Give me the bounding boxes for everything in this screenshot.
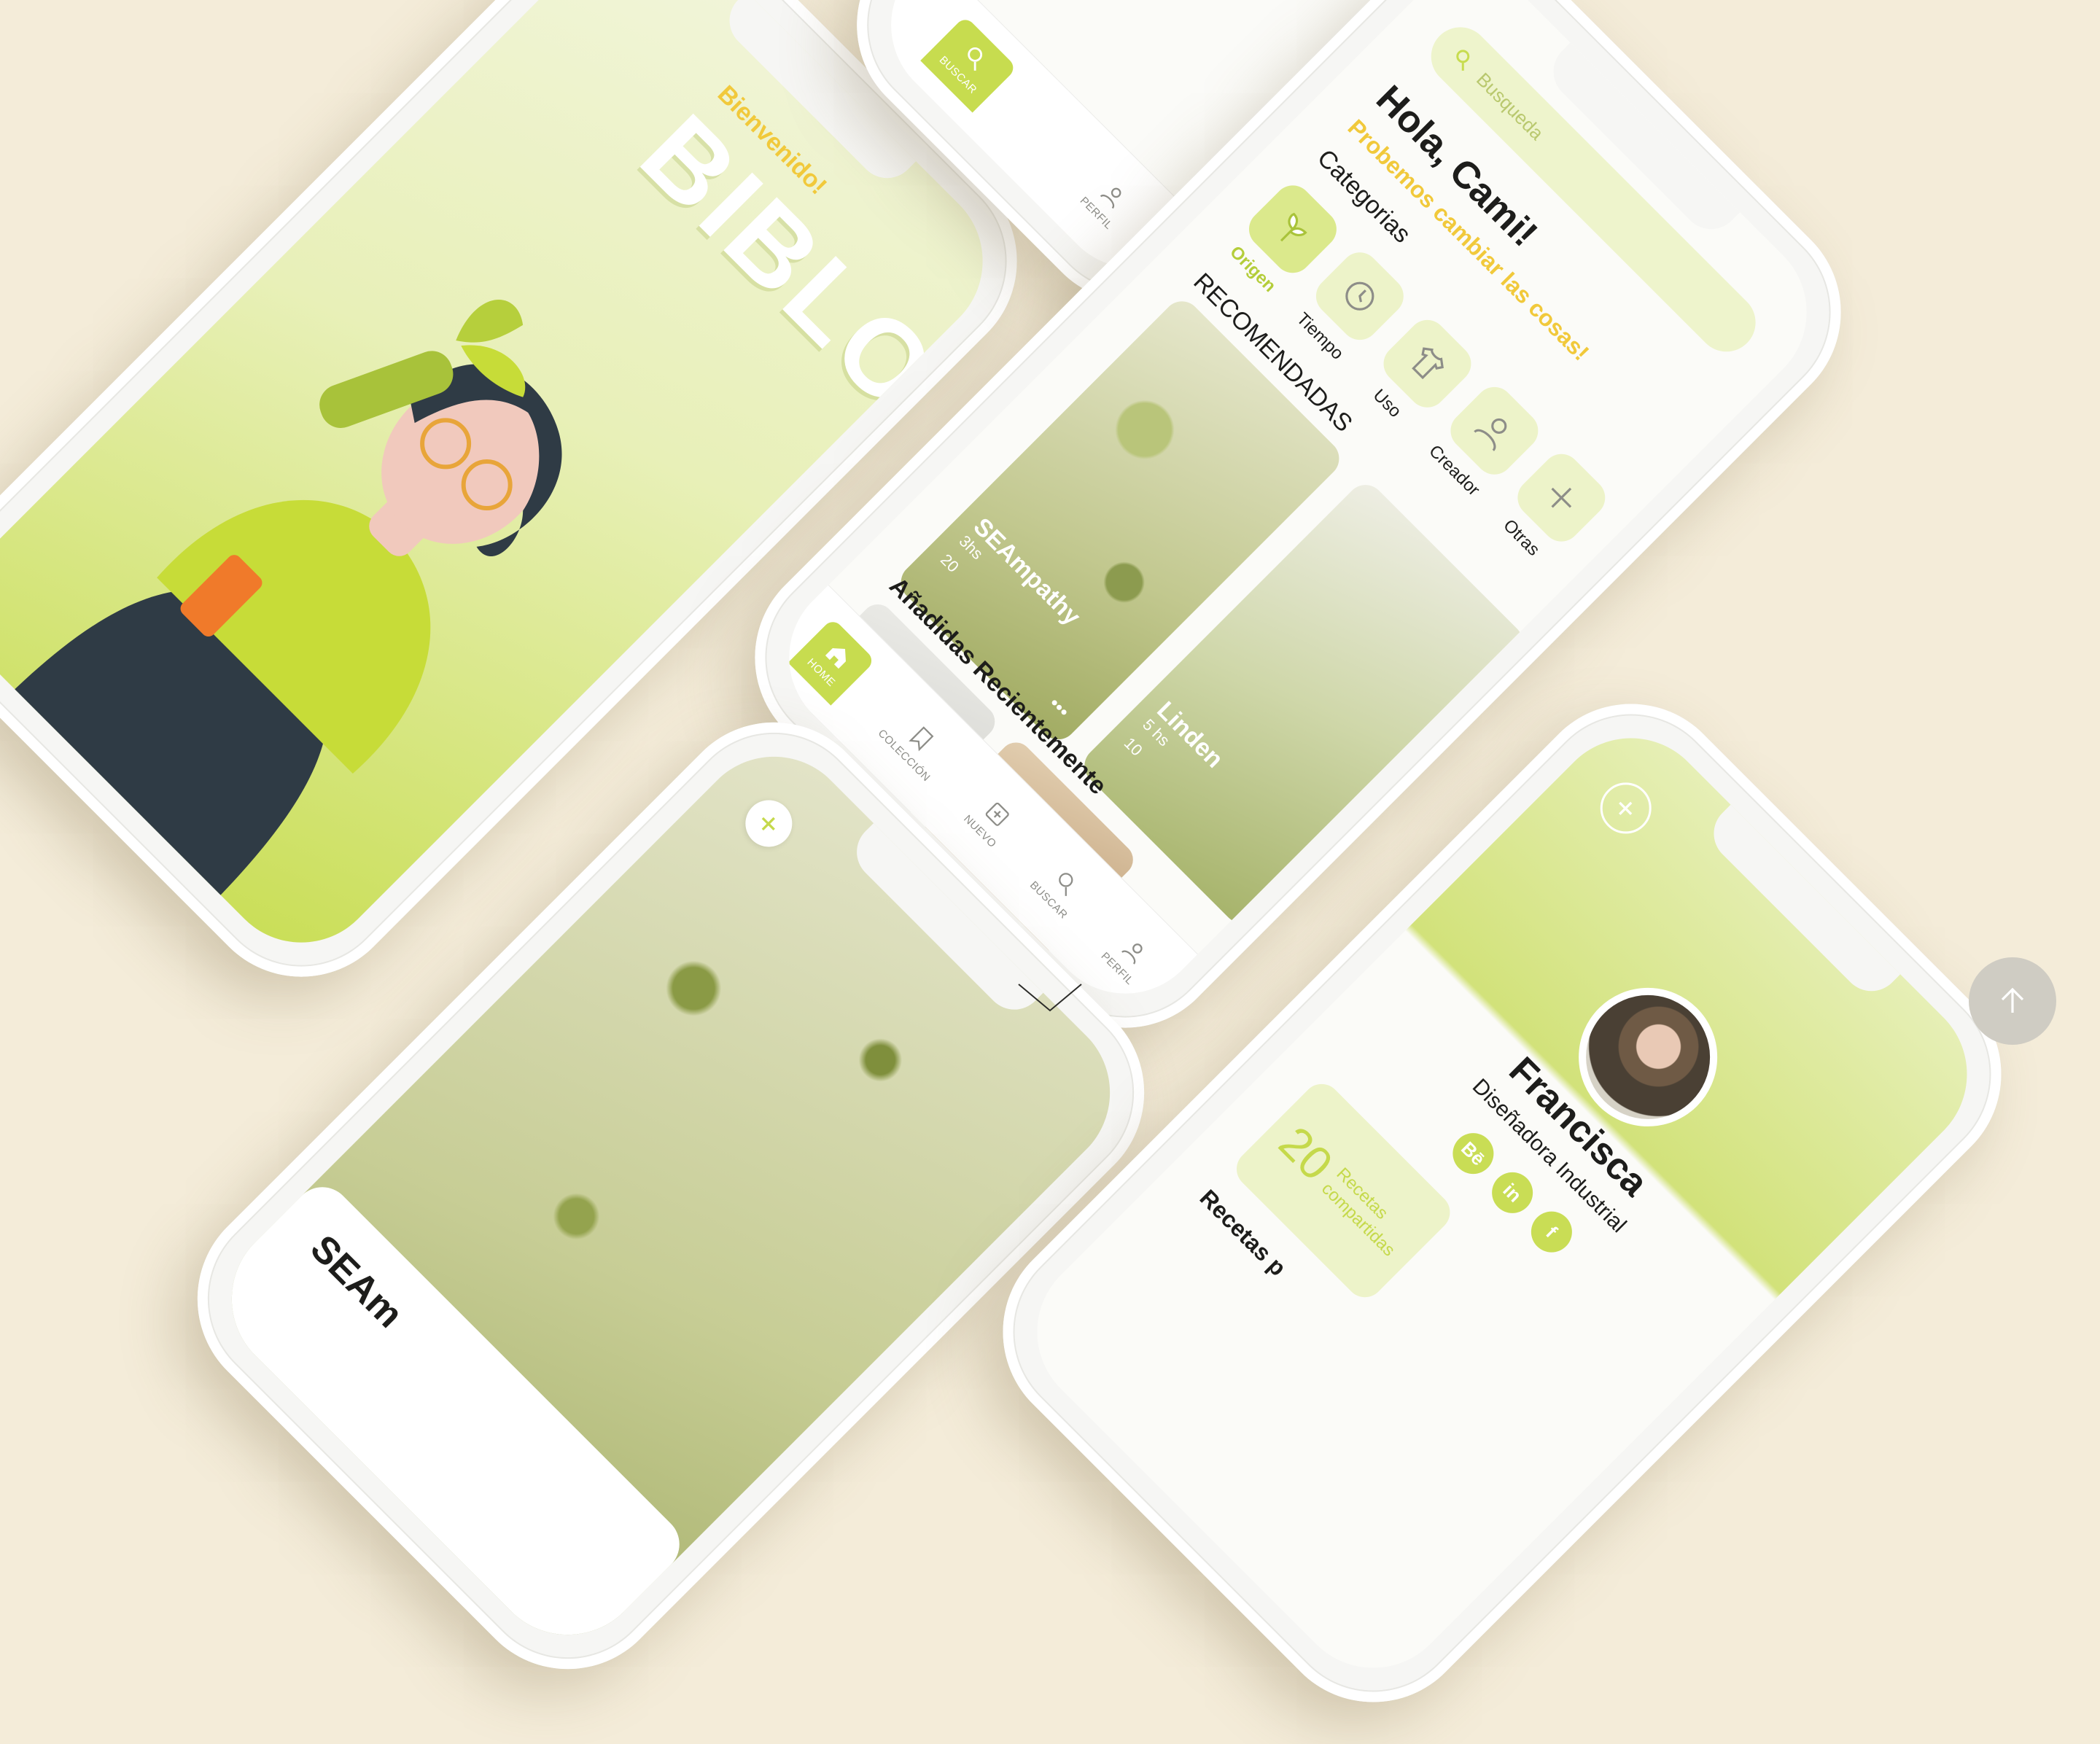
search-icon: [968, 47, 983, 71]
linkedin-icon[interactable]: in: [1483, 1164, 1541, 1222]
search-icon: [1059, 872, 1073, 896]
detail-title: SEAm: [198, 1175, 692, 1668]
facebook-icon[interactable]: f: [1522, 1203, 1581, 1261]
user-icon: [1100, 187, 1122, 209]
card-users: 20: [937, 550, 963, 576]
tab-search[interactable]: BUSCAR: [920, 15, 1018, 113]
home-icon: [825, 647, 847, 669]
user-icon: [1121, 943, 1143, 965]
card-title: SEAmpathy: [968, 513, 1086, 631]
chevron-down-icon: [1018, 984, 1082, 1012]
tab-home[interactable]: HOME: [788, 618, 876, 706]
tab-profile[interactable]: PERFIL: [1078, 173, 1137, 232]
phone-notch: [1701, 804, 1901, 1004]
arrow-up-icon: [2001, 987, 2024, 1013]
add-square-icon: [985, 802, 1009, 826]
add-button[interactable]: +: [736, 790, 802, 857]
category-label: Uso: [1369, 385, 1405, 421]
bookmark-icon: [909, 725, 934, 751]
scroll-to-top-button[interactable]: [1969, 957, 2056, 1045]
search-icon: [1456, 50, 1470, 71]
tab-new[interactable]: NUEVO: [962, 791, 1021, 850]
tab-profile[interactable]: PERFIL: [1099, 928, 1158, 987]
add-button[interactable]: +: [1590, 771, 1662, 844]
stat-label: Recetas compartidas: [1317, 1164, 1399, 1261]
search-placeholder: Busqueda: [1472, 68, 1549, 144]
behance-icon[interactable]: Bē: [1444, 1124, 1502, 1183]
tab-search[interactable]: BUSCAR: [1027, 857, 1092, 921]
tab-collection[interactable]: COLECCIÓN: [876, 705, 954, 784]
